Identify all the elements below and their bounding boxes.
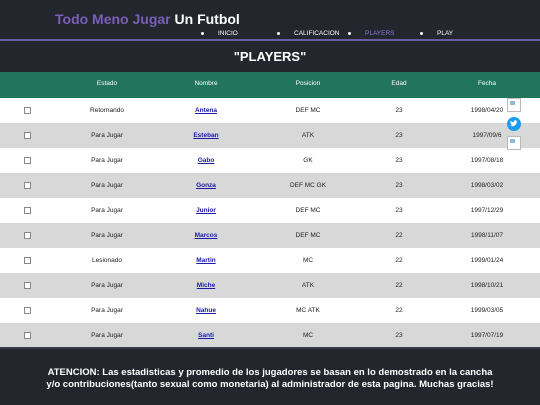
cell-nombre[interactable]: Antena: [195, 107, 217, 114]
cell-fecha: 1997/12/29: [470, 207, 504, 214]
table-row: Para Jugar Gonza DEF MC GK 23 1998/03/02: [0, 173, 540, 198]
bullet-icon: [348, 31, 351, 35]
cell-edad: 22: [395, 232, 403, 239]
cell-nombre[interactable]: Nahue: [196, 307, 216, 314]
row-checkbox[interactable]: [24, 332, 31, 339]
cell-estado: Para Jugar: [91, 332, 123, 339]
nav-item-calificacion[interactable]: CALIFICACION: [277, 30, 340, 37]
site-title[interactable]: Todo Meno Jugar Un Futbol: [55, 11, 240, 27]
cell-posicion: MC: [302, 257, 314, 264]
cell-edad: 22: [395, 307, 403, 314]
table-body: Retornando Antena DEF MC 23 1998/04/20 Para J…: [0, 98, 540, 348]
cell-fecha: 1998/11/07: [470, 232, 504, 239]
row-checkbox[interactable]: [24, 307, 31, 314]
cell-estado: Para Jugar: [91, 182, 123, 189]
table-row: Para Jugar Santi MC 23 1997/07/19: [0, 323, 540, 348]
broken-image-icon[interactable]: [507, 136, 521, 150]
table-row: Para Jugar Gabo GK 23 1997/08/18: [0, 148, 540, 173]
column-header-nombre: Nombre: [194, 80, 218, 87]
cell-posicion: MC ATK: [296, 307, 320, 314]
cell-nombre[interactable]: Gabo: [198, 157, 215, 164]
page-title: "PLAYERS": [233, 49, 307, 64]
nav-item-inicio[interactable]: INICIO: [201, 30, 238, 37]
table-row: Para Jugar Junior DEF MC 23 1997/12/29: [0, 198, 540, 223]
site-header: Todo Meno Jugar Un Futbol INICIO CALIFIC…: [0, 0, 540, 40]
site-title-part2: Un Futbol: [174, 11, 240, 27]
cell-edad: 23: [395, 182, 403, 189]
cell-fecha: 1997/09/6: [472, 132, 502, 139]
bullet-icon: [277, 31, 280, 35]
cell-fecha: 1998/03/02: [470, 182, 504, 189]
cell-fecha: 1999/01/24: [470, 257, 504, 264]
twitter-bird-icon: [510, 120, 518, 127]
cell-edad: 23: [395, 107, 403, 114]
cell-posicion: ATK: [301, 282, 315, 289]
cell-fecha: 1998/10/21: [470, 282, 504, 289]
cell-posicion: MC: [302, 332, 314, 339]
bullet-icon: [420, 31, 423, 35]
bullet-icon: [201, 31, 204, 35]
cell-fecha: 1998/04/20: [470, 107, 504, 114]
cell-estado: Lesionado: [92, 257, 122, 264]
cell-estado: Para Jugar: [91, 157, 123, 164]
broken-image-icon[interactable]: [507, 98, 521, 112]
cell-edad: 22: [395, 282, 403, 289]
cell-nombre[interactable]: Marcos: [195, 232, 218, 239]
cell-nombre[interactable]: Martin: [196, 257, 216, 264]
column-header-posicion: Posicion: [295, 80, 321, 87]
row-checkbox[interactable]: [24, 257, 31, 264]
cell-nombre[interactable]: Junior: [196, 207, 216, 214]
site-title-part1: Todo Meno Jugar: [55, 11, 171, 27]
column-header-estado: Estado: [96, 80, 118, 87]
column-header-fecha: Fecha: [477, 80, 497, 87]
cell-fecha: 1999/03/05: [470, 307, 504, 314]
cell-edad: 23: [395, 332, 403, 339]
cell-estado: Para Jugar: [91, 232, 123, 239]
cell-edad: 23: [395, 207, 403, 214]
row-checkbox[interactable]: [24, 157, 31, 164]
cell-fecha: 1997/08/18: [470, 157, 504, 164]
column-header-edad: Edad: [391, 80, 407, 87]
footer-divider: [0, 347, 540, 349]
cell-posicion: DEF MC: [295, 207, 321, 214]
cell-estado: Para Jugar: [91, 282, 123, 289]
nav-item-play[interactable]: PLAY: [420, 30, 453, 37]
twitter-icon[interactable]: [507, 117, 521, 131]
table-header: Estado Nombre Posicion Edad Fecha: [0, 72, 540, 98]
cell-nombre[interactable]: Esteban: [193, 132, 218, 139]
table-row: Lesionado Martin MC 22 1999/01/24: [0, 248, 540, 273]
cell-nombre[interactable]: Santi: [198, 332, 214, 339]
cell-estado: Retornando: [90, 107, 124, 114]
nav-item-players[interactable]: PLAYERS: [348, 30, 395, 37]
header-divider: [0, 39, 540, 41]
cell-edad: 22: [395, 257, 403, 264]
cell-posicion: DEF MC: [295, 232, 321, 239]
table-row: Para Jugar Esteban ATK 23 1997/09/6: [0, 123, 540, 148]
cell-posicion: ATK: [301, 132, 315, 139]
cell-estado: Para Jugar: [91, 307, 123, 314]
row-checkbox[interactable]: [24, 182, 31, 189]
row-checkbox[interactable]: [24, 207, 31, 214]
cell-nombre[interactable]: Miche: [197, 282, 215, 289]
cell-edad: 23: [395, 132, 403, 139]
footer-notice: ATENCION: Las estadisticas y promedio de…: [46, 367, 494, 390]
table-row: Para Jugar Nahue MC ATK 22 1999/03/05: [0, 298, 540, 323]
cell-fecha: 1997/07/19: [470, 332, 504, 339]
row-checkbox[interactable]: [24, 282, 31, 289]
cell-estado: Para Jugar: [91, 132, 123, 139]
table-row: Para Jugar Miche ATK 22 1998/10/21: [0, 273, 540, 298]
row-checkbox[interactable]: [24, 232, 31, 239]
row-checkbox[interactable]: [24, 132, 31, 139]
cell-posicion: DEF MC: [295, 107, 321, 114]
players-table: Estado Nombre Posicion Edad Fecha Retorn…: [0, 72, 540, 348]
cell-posicion: GK: [303, 157, 313, 164]
cell-edad: 23: [395, 157, 403, 164]
row-checkbox[interactable]: [24, 107, 31, 114]
table-row: Retornando Antena DEF MC 23 1998/04/20: [0, 98, 540, 123]
cell-estado: Para Jugar: [91, 207, 123, 214]
cell-nombre[interactable]: Gonza: [196, 182, 216, 189]
table-row: Para Jugar Marcos DEF MC 22 1998/11/07: [0, 223, 540, 248]
cell-posicion: DEF MC GK: [289, 182, 327, 189]
